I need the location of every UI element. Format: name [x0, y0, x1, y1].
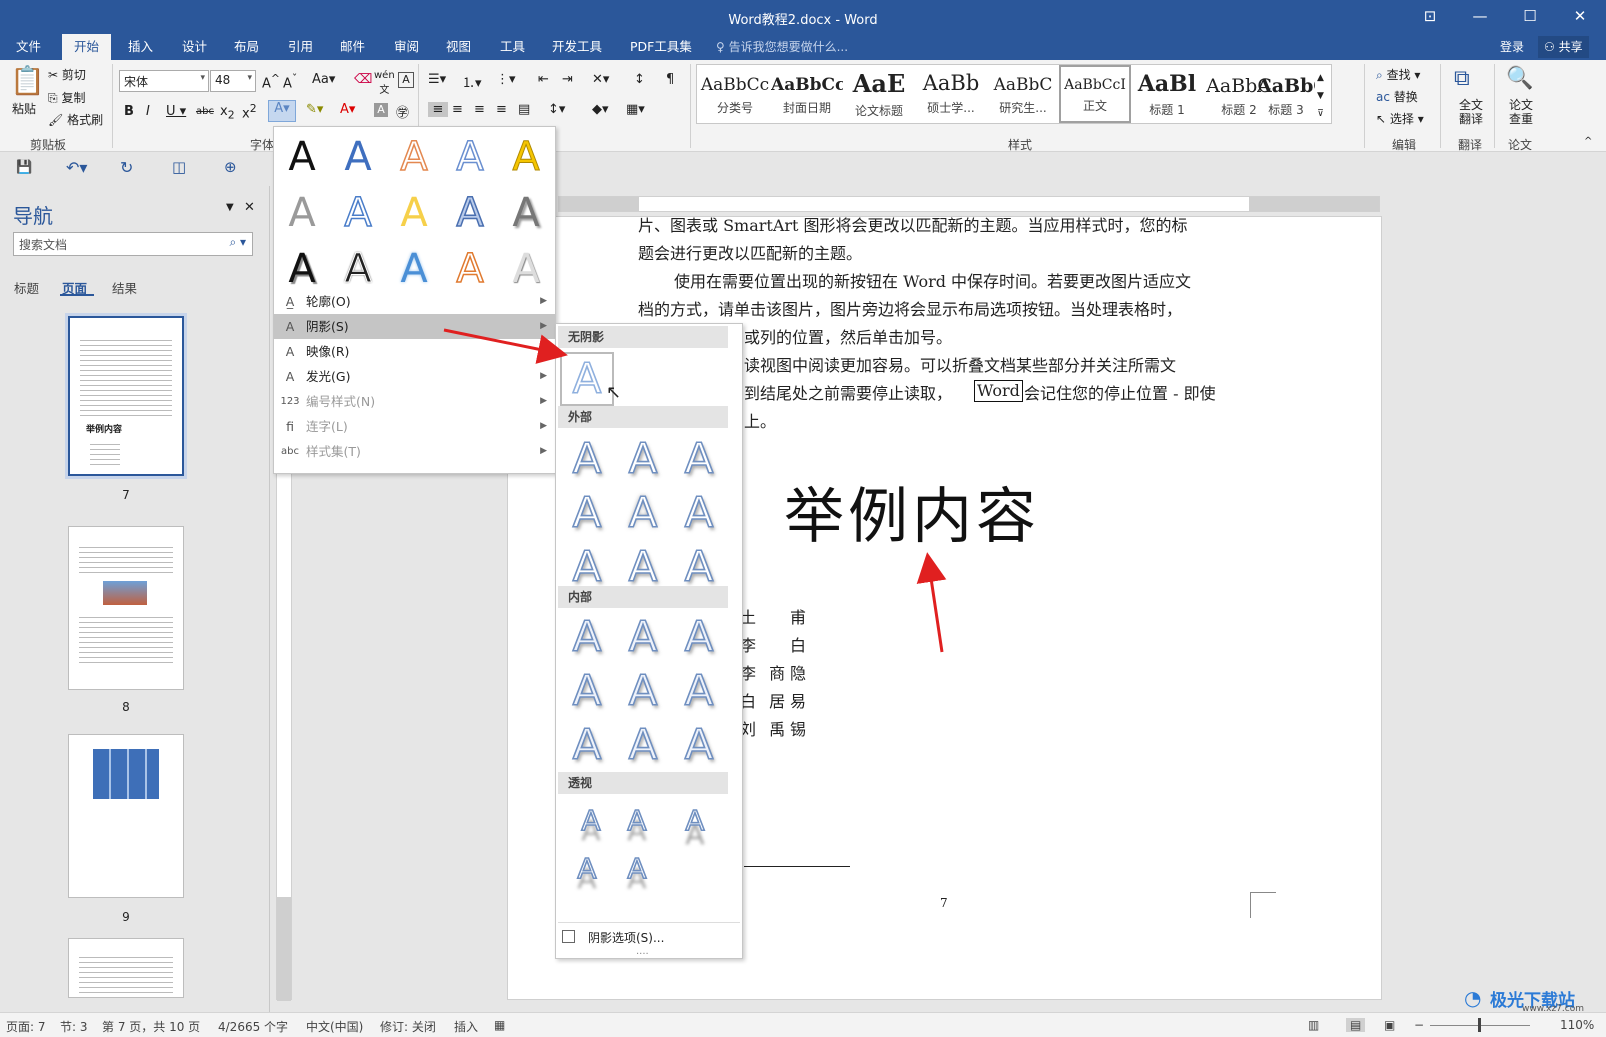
red-arrow — [443, 328, 568, 364]
status-section[interactable]: 节: 3 — [60, 1018, 88, 1035]
zoom-level[interactable]: 110% — [1560, 1018, 1594, 1032]
status-language[interactable]: 中文(中国) — [306, 1018, 363, 1035]
watermark-logo-icon: ◔ — [1464, 986, 1482, 1010]
zoom-slider-thumb[interactable] — [1478, 1018, 1481, 1032]
status-page[interactable]: 页面: 7 — [6, 1018, 46, 1035]
watermark-url: www.xz7.com — [1522, 1004, 1584, 1014]
status-insert-mode[interactable]: 插入 — [454, 1018, 478, 1035]
status-bar: 页面: 7 节: 3 第 7 页，共 10 页 4/2665 个字 中文(中国)… — [0, 1012, 1606, 1037]
macro-icon[interactable]: ▦ — [494, 1018, 505, 1032]
web-layout-icon[interactable]: ▣ — [1384, 1018, 1395, 1032]
red-arrow — [916, 552, 947, 653]
zoom-out-icon[interactable]: − — [1414, 1018, 1424, 1032]
watermark: ◔ 极光下载站 www.xz7.com — [1464, 986, 1602, 1014]
read-mode-icon[interactable]: ▥ — [1308, 1018, 1319, 1032]
status-word-count[interactable]: 4/2665 个字 — [218, 1018, 288, 1035]
print-layout-icon[interactable]: ▤ — [1346, 1018, 1366, 1032]
annotation-arrows — [443, 328, 947, 653]
status-track-changes[interactable]: 修订: 关闭 — [380, 1018, 436, 1035]
status-page-of[interactable]: 第 7 页，共 10 页 — [102, 1018, 200, 1035]
